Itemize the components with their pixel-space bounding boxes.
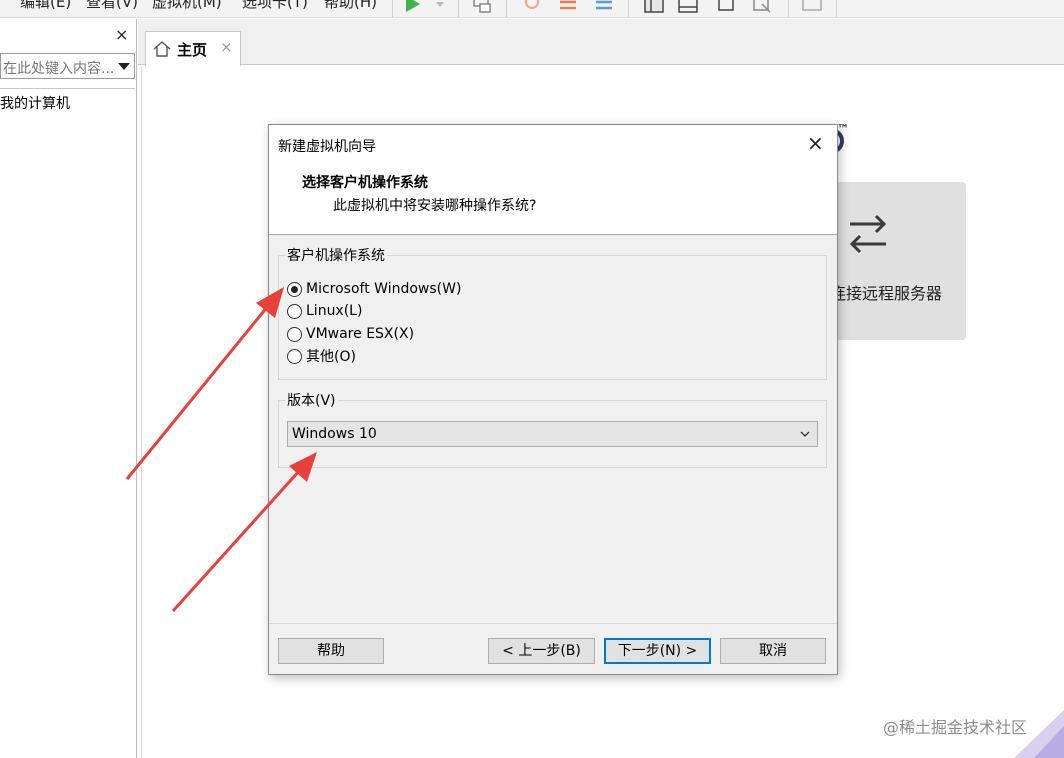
transfer-arrows-icon [849,214,887,254]
revert-snapshot-icon[interactable] [558,0,578,14]
menu-edit[interactable]: 编辑(E) [20,0,71,12]
guest-os-group-label: 客户机操作系统 [285,245,387,265]
back-button[interactable]: < 上一步(B) [488,638,595,664]
radio-label: 其他(O) [306,349,356,365]
menu-toolbar: 编辑(E) 查看(V) 虚拟机(M) 选项卡(T) 帮助(H) [0,0,1064,18]
remote-card-label: 连接远程服务器 [830,284,943,303]
radio-button[interactable] [287,281,302,297]
step-heading: 选择客户机操作系统 [302,175,428,191]
dialog-close-button[interactable]: × [807,131,824,155]
snapshot-manager-icon[interactable] [594,0,614,14]
library-tree: 我的计算机 [0,88,135,756]
radio-button[interactable] [287,348,302,364]
fullscreen-icon[interactable] [716,0,736,14]
radio-os-windows[interactable]: Microsoft Windows(W) [287,279,461,299]
menu-vm[interactable]: 虚拟机(M) [152,0,222,12]
toolbar-separator [506,0,507,17]
cancel-button[interactable]: 取消 [720,638,826,664]
connect-remote-server-card[interactable]: 连接远程服务器 [830,182,966,340]
send-keys-icon[interactable] [472,0,492,14]
trademark-mark: ™ [837,122,849,136]
dialog-titlebar: 新建虚拟机向导 × [269,125,837,163]
toolbar-separator [392,0,393,17]
library-view-icon[interactable] [644,0,664,14]
radio-label: Linux(L) [306,303,363,319]
dialog-header: 选择客户机操作系统 此虚拟机中将安装哪种操作系统? [269,163,837,235]
menu-help[interactable]: 帮助(H) [324,0,377,12]
thumbnail-bar-icon[interactable] [678,0,698,14]
toolbar-separator [836,0,837,17]
toolbar-separator [458,0,459,17]
tab-strip: 主页 × [138,19,1064,66]
console-view-icon[interactable] [802,0,822,14]
step-subheading: 此虚拟机中将安装哪种操作系统? [333,198,537,214]
new-vm-wizard-dialog: 新建虚拟机向导 × 选择客户机操作系统 此虚拟机中将安装哪种操作系统? 客户机操… [268,124,838,675]
tab-home[interactable]: 主页 × [145,31,241,66]
menu-view[interactable]: 查看(V) [86,0,138,12]
chevron-down-icon[interactable] [800,430,810,438]
library-search-input[interactable]: 在此处键入内容... [0,53,135,79]
radio-button[interactable] [287,303,302,319]
footer-divider [269,623,837,624]
version-select[interactable]: Windows 10 [287,421,818,447]
help-button[interactable]: 帮助 [278,638,384,664]
decorative-corner [1014,710,1064,758]
radio-os-linux[interactable]: Linux(L) [287,301,362,321]
snapshot-icon[interactable] [522,0,542,14]
version-selected-value: Windows 10 [292,426,377,442]
play-icon[interactable] [404,0,424,14]
version-group-label: 版本(V) [285,390,338,410]
radio-os-esx[interactable]: VMware ESX(X) [287,324,414,344]
library-panel: × 在此处键入内容... 我的计算机 [0,19,137,758]
radio-button[interactable] [287,326,302,342]
toolbar-separator [788,0,789,17]
library-close-button[interactable]: × [115,27,128,43]
dialog-title: 新建虚拟机向导 [278,139,376,155]
menu-tabs[interactable]: 选项卡(T) [242,0,308,12]
unity-icon[interactable] [752,0,772,14]
toolbar-separator [628,0,629,17]
library-search-placeholder: 在此处键入内容... [3,61,115,77]
home-icon [153,41,171,57]
tree-item-my-computer[interactable]: 我的计算机 [0,93,70,113]
radio-label: Microsoft Windows(W) [306,281,462,297]
next-button[interactable]: 下一步(N) > [604,638,711,664]
tab-label: 主页 [177,41,208,59]
play-dropdown-icon[interactable] [432,0,452,14]
tab-close-icon[interactable]: × [220,38,233,56]
radio-label: VMware ESX(X) [306,326,415,342]
chevron-down-icon[interactable] [118,63,130,70]
radio-os-other[interactable]: 其他(O) [287,346,356,366]
